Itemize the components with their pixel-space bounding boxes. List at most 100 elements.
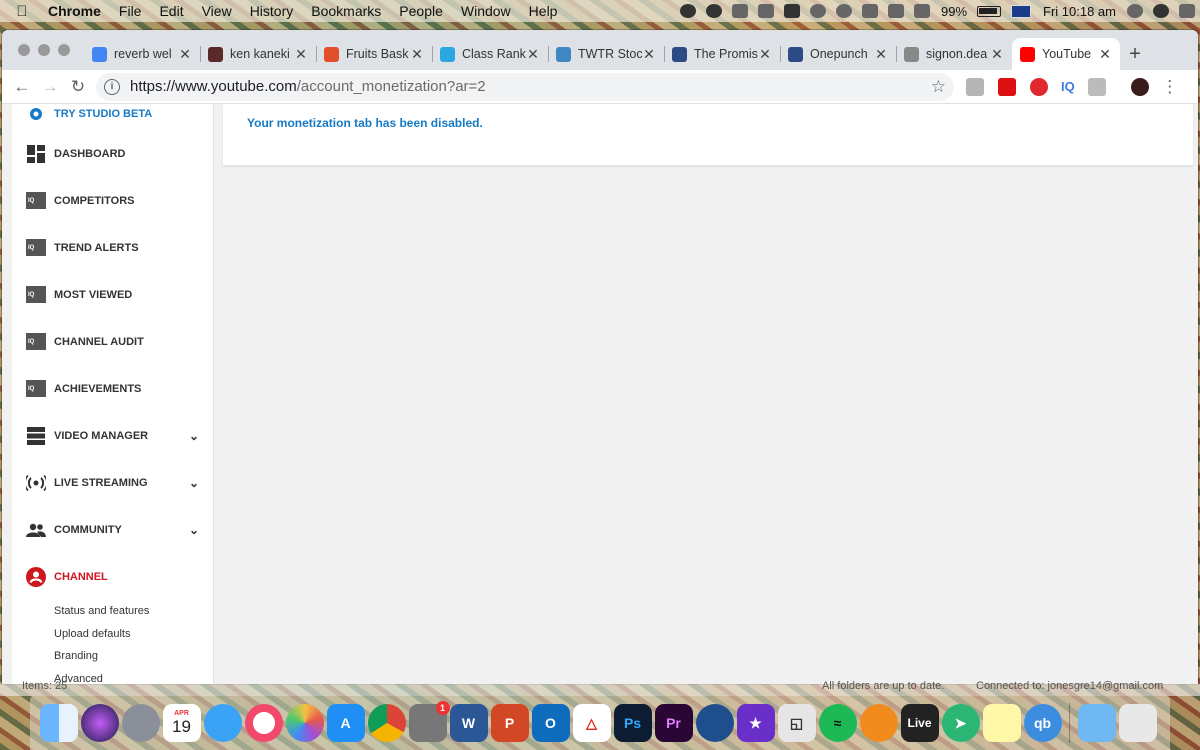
sidebar-item-video-manager[interactable]: VIDEO MANAGER ⌄ <box>12 412 213 459</box>
browser-tab[interactable]: TWTR Stoc ✕ <box>548 38 664 70</box>
grammar-extension-icon[interactable] <box>1087 77 1106 96</box>
ublock-extension-icon[interactable] <box>998 77 1016 96</box>
browser-tab[interactable]: reverb wel ✕ <box>84 38 200 70</box>
forward-button[interactable]: → <box>36 73 64 101</box>
ableton-live-icon[interactable]: Live <box>900 704 939 742</box>
outlook-icon[interactable]: O <box>531 704 570 742</box>
battery-percent[interactable]: 99% <box>941 4 967 19</box>
messages-icon[interactable] <box>203 704 242 742</box>
send-icon[interactable]: ➤ <box>941 704 980 742</box>
browser-tab[interactable]: Class Rank ✕ <box>432 38 548 70</box>
photos-icon[interactable] <box>285 704 324 742</box>
sidebar-item-channel-audit[interactable]: IQ CHANNEL AUDIT <box>12 318 213 365</box>
channel-sub-branding[interactable]: Branding <box>12 645 213 668</box>
site-info-icon[interactable]: i <box>104 78 120 95</box>
qbittorrent-icon[interactable]: qb <box>1023 704 1062 742</box>
close-tab-icon[interactable]: ✕ <box>1098 46 1112 63</box>
drive-extension-icon[interactable] <box>966 77 984 96</box>
menu-people[interactable]: People <box>390 3 452 19</box>
close-tab-icon[interactable]: ✕ <box>758 46 772 63</box>
spotify-icon[interactable]: ≈ <box>818 704 857 742</box>
vidiq-extension-icon[interactable]: IQ <box>1061 79 1075 94</box>
sidebar-item-trend-alerts[interactable]: IQ TREND ALERTS <box>12 224 213 271</box>
calendar-icon[interactable]: APR 19 <box>162 704 201 742</box>
menu-history[interactable]: History <box>241 3 303 19</box>
app-store-icon[interactable]: A <box>326 704 365 742</box>
new-tab-button[interactable]: + <box>1120 38 1150 70</box>
browser-tab[interactable]: YouTube ✕ <box>1012 38 1120 70</box>
sidebar-item-achievements[interactable]: IQ ACHIEVEMENTS <box>12 365 213 412</box>
menu-help[interactable]: Help <box>520 3 567 19</box>
spotlight-search-icon[interactable] <box>1127 4 1143 18</box>
battery-icon[interactable] <box>977 5 1002 17</box>
chevron-down-icon[interactable]: ⌄ <box>189 476 199 490</box>
bluetooth-icon[interactable] <box>861 4 878 18</box>
finder-icon[interactable] <box>39 704 78 742</box>
browser-tab[interactable]: signon.dea ✕ <box>896 38 1012 70</box>
chrome-icon[interactable] <box>367 704 406 742</box>
premiere-icon[interactable]: Pr <box>654 704 693 742</box>
close-tab-icon[interactable]: ✕ <box>874 46 888 63</box>
launchpad-icon[interactable] <box>121 704 160 742</box>
menu-bookmarks[interactable]: Bookmarks <box>302 3 390 19</box>
malwarebytes-icon[interactable] <box>731 4 748 18</box>
zoom-window-icon[interactable] <box>58 44 70 56</box>
menu-app-name[interactable]: Chrome <box>44 3 110 19</box>
menu-window[interactable]: Window <box>452 3 520 19</box>
back-button[interactable]: ← <box>8 73 36 101</box>
siri-icon[interactable] <box>1153 4 1169 18</box>
notes-icon[interactable] <box>982 704 1021 742</box>
menu-edit[interactable]: Edit <box>150 3 192 19</box>
reload-button[interactable]: ↻ <box>64 73 92 101</box>
vpn-icon[interactable] <box>757 4 774 18</box>
wifi-icon[interactable] <box>887 4 904 18</box>
channel-sub-upload-defaults[interactable]: Upload defaults <box>12 623 213 646</box>
close-tab-icon[interactable]: ✕ <box>990 46 1004 63</box>
time-machine-icon[interactable] <box>835 4 852 18</box>
browser-tab[interactable]: Fruits Bask ✕ <box>316 38 432 70</box>
chevron-down-icon[interactable]: ⌄ <box>189 429 199 443</box>
sidebar-item-community[interactable]: COMMUNITY ⌄ <box>12 506 213 553</box>
chrome-menu-icon[interactable]: ⋮ <box>1156 73 1184 101</box>
system-preferences-icon[interactable]: 1 <box>408 701 450 742</box>
menubar-clock[interactable]: Fri 10:18 am <box>1043 4 1116 19</box>
close-tab-icon[interactable]: ✕ <box>526 46 540 63</box>
browser-tab[interactable]: Onepunch ✕ <box>780 38 896 70</box>
sidebar-item-most-viewed[interactable]: IQ MOST VIEWED <box>12 271 213 318</box>
evernote-icon[interactable] <box>679 4 696 18</box>
trash-icon[interactable] <box>1118 704 1157 742</box>
menu-file[interactable]: File <box>110 3 151 19</box>
sidebar-item-dashboard[interactable]: DASHBOARD <box>12 130 213 177</box>
close-tab-icon[interactable]: ✕ <box>410 46 424 63</box>
channel-sub-status-and-features[interactable]: Status and features <box>12 600 213 623</box>
minimize-window-icon[interactable] <box>38 44 50 56</box>
close-window-icon[interactable] <box>18 44 30 56</box>
sidebar-item-channel[interactable]: CHANNEL <box>12 553 213 600</box>
input-source-flag-icon[interactable] <box>1011 4 1032 18</box>
chevron-down-icon[interactable]: ⌄ <box>189 523 199 537</box>
sync-icon[interactable] <box>809 4 826 18</box>
creative-cloud-icon[interactable] <box>705 4 722 18</box>
volume-icon[interactable] <box>913 4 930 18</box>
address-bar[interactable]: i https://www.youtube.com/account_moneti… <box>96 72 954 101</box>
itunes-icon[interactable] <box>244 704 283 742</box>
close-tab-icon[interactable]: ✕ <box>294 46 308 63</box>
close-tab-icon[interactable]: ✕ <box>178 46 192 63</box>
bookmark-star-icon[interactable]: ☆ <box>931 77 946 97</box>
menu-view[interactable]: View <box>193 3 241 19</box>
lastpass-extension-icon[interactable] <box>1030 77 1048 96</box>
imovie-icon[interactable]: ★ <box>736 704 775 742</box>
acrobat-icon[interactable]: △ <box>572 704 611 742</box>
close-tab-icon[interactable]: ✕ <box>642 46 656 63</box>
try-studio-beta-link[interactable]: TRY STUDIO BETA <box>12 104 213 130</box>
unity-icon[interactable]: ◱ <box>777 704 816 742</box>
quicktime-icon[interactable] <box>695 704 734 742</box>
apple-icon[interactable]:  <box>0 3 44 20</box>
sidebar-item-live-streaming[interactable]: LIVE STREAMING ⌄ <box>12 459 213 506</box>
notification-center-icon[interactable] <box>1179 4 1195 18</box>
profile-avatar[interactable] <box>1130 77 1149 96</box>
photoshop-icon[interactable]: Ps <box>613 704 652 742</box>
siri-icon[interactable] <box>80 704 119 742</box>
browser-tab[interactable]: ken kaneki ✕ <box>200 38 316 70</box>
sidebar-item-competitors[interactable]: IQ COMPETITORS <box>12 177 213 224</box>
